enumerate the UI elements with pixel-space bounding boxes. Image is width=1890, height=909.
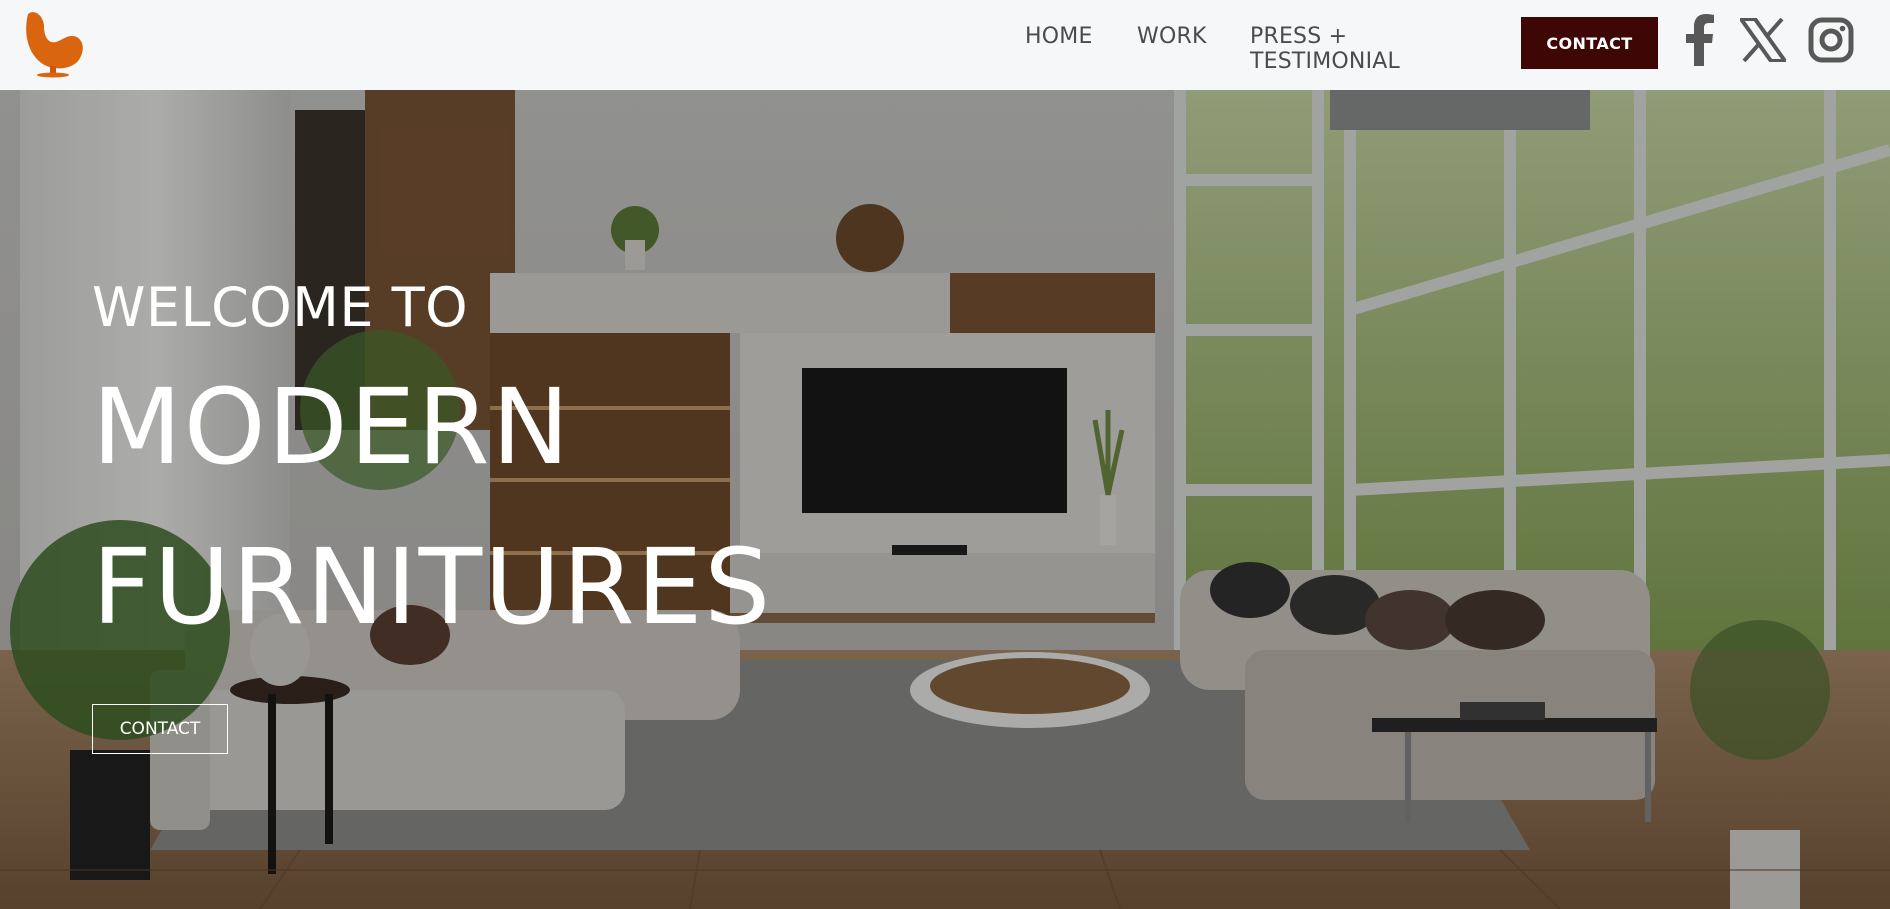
hero-welcome-text: WELCOME TO bbox=[92, 276, 469, 339]
hero-title-line-2: FURNITURES bbox=[92, 526, 773, 648]
hero-section: WELCOME TO MODERN FURNITURES CONTACT bbox=[0, 90, 1890, 909]
egg-chair-logo-icon[interactable] bbox=[18, 6, 90, 78]
hero-title-line-1: MODERN bbox=[92, 366, 572, 488]
hero-contact-button[interactable]: CONTACT bbox=[92, 704, 228, 754]
instagram-icon[interactable] bbox=[1806, 12, 1856, 68]
nav-home-link[interactable]: HOME bbox=[1025, 24, 1093, 49]
nav-press-testimonial-link[interactable]: PRESS + TESTIMONIAL bbox=[1250, 24, 1400, 74]
top-navigation-bar: HOME WORK PRESS + TESTIMONIAL CONTACT bbox=[0, 0, 1890, 90]
hero-dark-overlay bbox=[0, 90, 1890, 909]
contact-button[interactable]: CONTACT bbox=[1521, 17, 1658, 69]
nav-work-link[interactable]: WORK bbox=[1137, 24, 1207, 49]
x-icon[interactable] bbox=[1738, 12, 1788, 68]
facebook-icon[interactable] bbox=[1676, 12, 1726, 68]
